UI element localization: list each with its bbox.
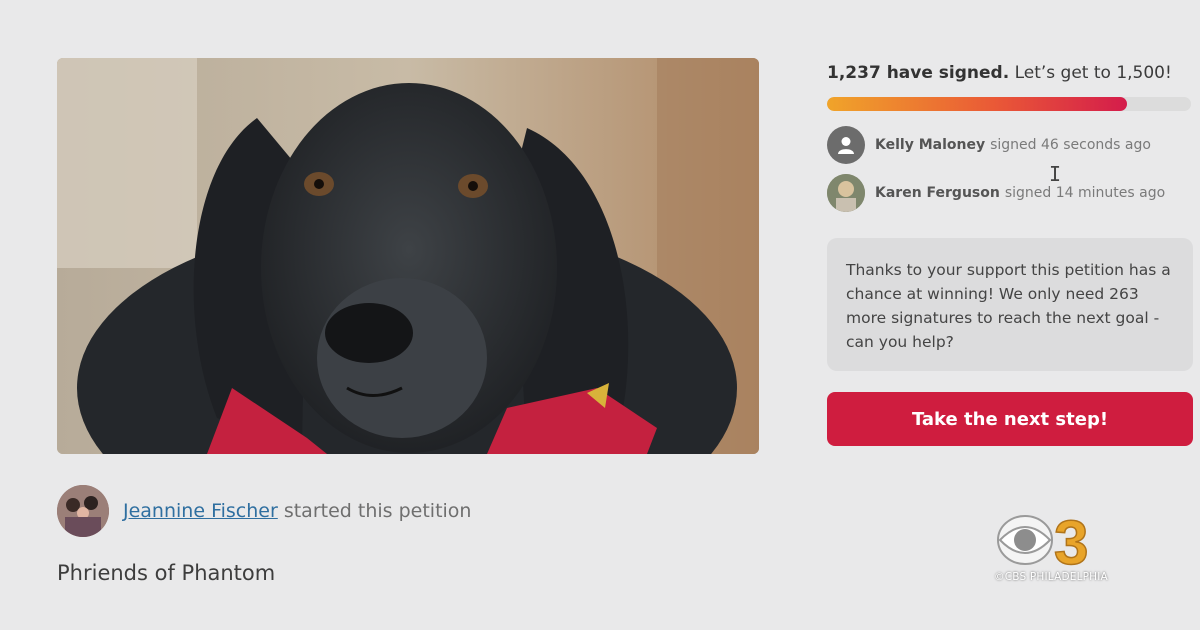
logo-number: 3: [1054, 510, 1088, 574]
petition-photo-dog: [57, 58, 759, 454]
starter-text: Jeannine Fischer started this petition: [123, 500, 471, 522]
recent-signer-item: Kelly Maloney signed 46 seconds ago: [827, 126, 1151, 164]
signed-count-text: 1,237 have signed.: [827, 63, 1010, 83]
signer-time: signed 14 minutes ago: [1004, 185, 1166, 201]
signer-name: Kelly Maloney: [875, 137, 986, 153]
signature-progress-bar: [827, 97, 1191, 111]
dog-photo-graphic: [57, 58, 759, 454]
recent-signer-item: Karen Ferguson signed 14 minutes ago: [827, 174, 1165, 212]
goal-text: Let’s get to 1,500!: [1009, 63, 1172, 83]
signature-progress-fill: [827, 97, 1128, 111]
petition-starter: Jeannine Fischer started this petition: [57, 485, 471, 537]
take-next-step-button[interactable]: Take the next step!: [827, 392, 1193, 446]
starter-name-link[interactable]: Jeannine Fischer: [123, 500, 278, 522]
support-message-text: Thanks to your support this petition has…: [846, 261, 1171, 351]
signer-avatar: [827, 174, 865, 212]
signature-count: 1,237 have signed. Let’s get to 1,500!: [827, 63, 1172, 83]
person-silhouette-icon: [827, 126, 865, 164]
text-cursor-icon: I: [1049, 162, 1062, 186]
support-message-box: Thanks to your support this petition has…: [827, 238, 1193, 371]
starter-suffix: started this petition: [277, 500, 472, 522]
starter-avatar: [57, 485, 109, 537]
signer-time: signed 46 seconds ago: [990, 137, 1151, 153]
logo-caption: ©CBS PHILADELPHIA: [994, 571, 1108, 583]
petition-title: Phriends of Phantom: [57, 561, 276, 585]
signer-name: Karen Ferguson: [875, 185, 1000, 201]
